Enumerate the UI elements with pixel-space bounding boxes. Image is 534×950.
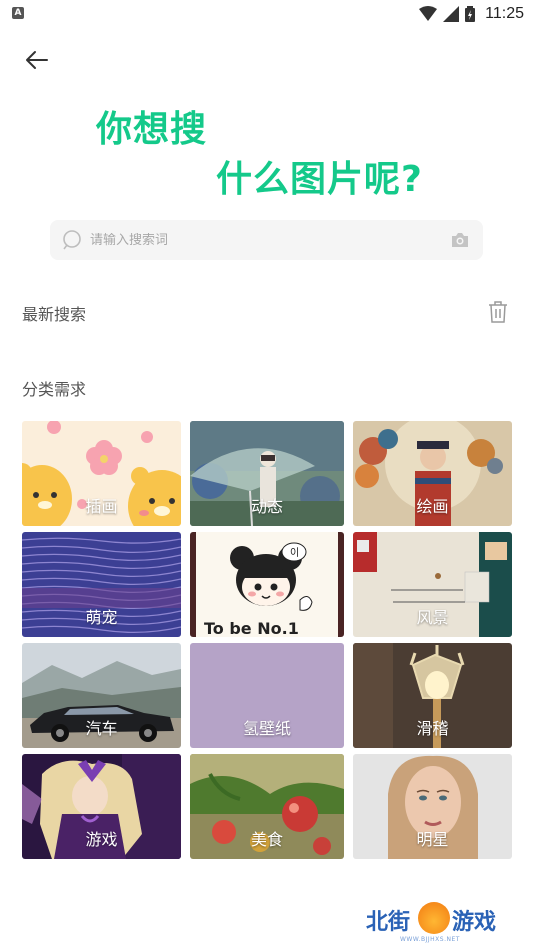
status-icons: 11:25 <box>419 4 524 24</box>
category-tile-games[interactable]: 游戏 <box>22 754 181 859</box>
category-tile-pets[interactable]: 萌宠 <box>22 532 181 637</box>
headline-line-2: 什么图片呢? <box>216 159 423 200</box>
category-tile-car[interactable]: 汽车 <box>22 643 181 748</box>
battery-icon <box>465 6 476 22</box>
category-label: 明星 <box>416 830 449 849</box>
category-title: 分类需求 <box>22 380 87 399</box>
recent-search-title: 最新搜索 <box>22 305 87 324</box>
category-label: 绘画 <box>416 497 449 516</box>
brand-watermark: 北街 游戏 WWW.BJJHXS.NET <box>366 900 516 946</box>
category-label: 美食 <box>250 830 283 849</box>
watermark-url: WWW.BJJHXS.NET <box>400 936 460 943</box>
search-bar <box>50 220 483 260</box>
watermark-text-right: 游戏 <box>452 910 497 935</box>
category-tile-scenery[interactable]: 风景 <box>353 532 512 637</box>
category-tile-avatar[interactable]: 이 To be No.1 <box>190 532 344 637</box>
category-tile-funny[interactable]: 滑稽 <box>353 643 512 748</box>
category-tile-animated[interactable]: 动态 <box>190 421 344 526</box>
back-button[interactable] <box>22 46 52 74</box>
search-icon <box>62 229 84 251</box>
category-grid: 插画 动态 绘画 萌宠 이 To be No.1 风景 汽车 氢壁纸 滑稽 游戏… <box>22 421 512 859</box>
category-tile-celebrity[interactable]: 明星 <box>353 754 512 859</box>
category-label: 萌宠 <box>85 608 118 627</box>
avatar-thumbnail: 이 To be No.1 <box>190 532 344 637</box>
status-bar: A 11:25 <box>0 0 534 28</box>
status-time: 11:25 <box>485 5 524 22</box>
trash-icon <box>489 301 507 323</box>
category-tile-painting[interactable]: 绘画 <box>353 421 512 526</box>
to-be-no1-text: To be No.1 <box>204 619 299 637</box>
watermark-text-left: 北街 <box>366 910 411 935</box>
category-label: 游戏 <box>85 830 118 849</box>
category-label: 动态 <box>250 497 283 516</box>
clear-history-button[interactable] <box>486 299 510 325</box>
arrow-left-icon <box>26 51 48 69</box>
camera-icon[interactable] <box>449 229 471 251</box>
category-label: 插画 <box>85 497 118 516</box>
headline-line-1: 你想搜 <box>96 109 208 150</box>
app-notification-icon: A <box>12 7 24 19</box>
category-tile-wallpaper[interactable]: 氢壁纸 <box>190 643 344 748</box>
category-label: 氢壁纸 <box>242 719 291 738</box>
sun-logo-icon <box>418 902 450 934</box>
category-tile-food[interactable]: 美食 <box>190 754 344 859</box>
category-label: 风景 <box>416 608 449 627</box>
search-input[interactable] <box>90 232 449 248</box>
wifi-icon <box>419 6 438 21</box>
category-label: 滑稽 <box>416 719 449 738</box>
category-tile-illustration[interactable]: 插画 <box>22 421 181 526</box>
bubble-text: 이 <box>290 547 299 559</box>
category-label: 汽车 <box>85 719 118 738</box>
signal-icon <box>443 6 460 22</box>
